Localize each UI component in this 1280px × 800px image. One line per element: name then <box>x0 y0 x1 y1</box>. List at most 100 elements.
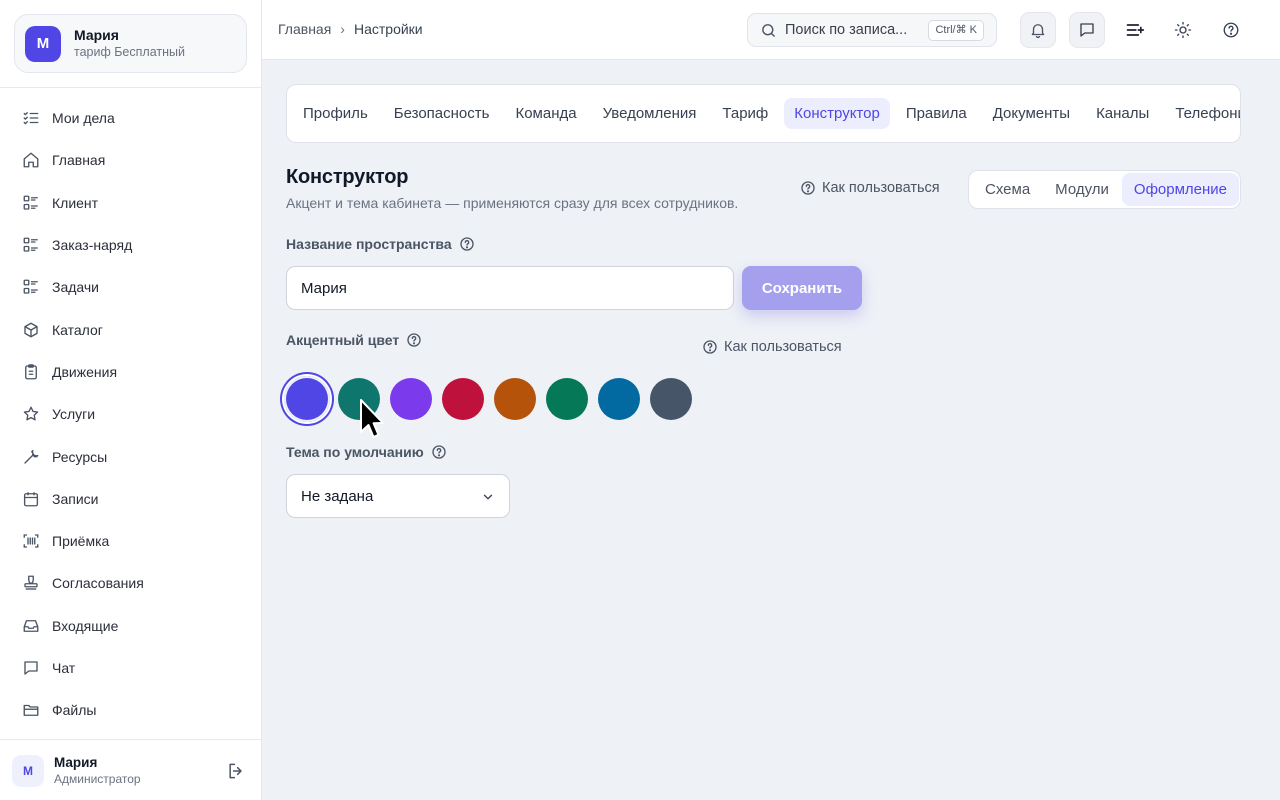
sidebar-divider <box>0 87 262 88</box>
theme-label: Тема по умолчанию <box>286 444 447 460</box>
barcode-scan-icon <box>23 534 39 548</box>
help-icon[interactable] <box>431 444 447 460</box>
sidebar-item-services[interactable]: Услуги <box>0 393 262 435</box>
calendar-icon <box>23 492 39 507</box>
help-button[interactable] <box>1213 12 1249 48</box>
howto-link[interactable]: Как пользоваться <box>800 180 940 196</box>
help-icon[interactable] <box>459 236 475 252</box>
sidebar-item-resources[interactable]: Ресурсы <box>0 435 262 477</box>
page-subtitle: Акцент и тема кабинета — применяются сра… <box>286 195 739 211</box>
stamp-icon <box>24 575 38 591</box>
tab-notifications[interactable]: Уведомления <box>593 98 707 129</box>
tab-telephony[interactable]: Телефония <box>1165 98 1240 129</box>
sidebar-item-label: Главная <box>52 152 106 169</box>
avatar: М <box>12 755 44 787</box>
howto-label: Как пользоваться <box>822 180 940 196</box>
sidebar: М Мария тариф Бесплатный Мои дела Главна… <box>0 0 262 800</box>
help-icon <box>801 181 815 195</box>
sidebar-item-label: Входящие <box>52 617 119 634</box>
accent-color-swatch[interactable] <box>544 376 590 422</box>
sidebar-item-home[interactable]: Главная <box>0 139 262 181</box>
sidebar-item-inbox[interactable]: Входящие <box>0 605 262 647</box>
theme-toggle-button[interactable] <box>1165 12 1201 48</box>
logout-icon[interactable] <box>226 761 246 781</box>
bell-icon <box>1031 24 1045 39</box>
user-name: Мария <box>54 755 98 770</box>
workspace-avatar: М <box>25 25 61 62</box>
search-input[interactable]: Поиск по записа... Ctrl/⌘ K <box>747 13 997 47</box>
breadcrumb-separator-icon: › <box>340 21 345 37</box>
swatch-fill <box>286 378 328 420</box>
help-icon <box>703 340 717 354</box>
notifications-button[interactable] <box>1020 12 1056 48</box>
sidebar-item-label: Услуги <box>52 406 96 423</box>
wrench-icon <box>24 449 39 464</box>
tab-security[interactable]: Безопасность <box>384 98 500 129</box>
accent-color-swatch[interactable] <box>388 376 434 422</box>
sidebar-item-catalog[interactable]: Каталог <box>0 308 262 350</box>
accent-howto-link[interactable]: Как пользоваться <box>702 339 842 355</box>
accent-color-swatch[interactable] <box>492 376 538 422</box>
sidebar-item-work-order[interactable]: Заказ-наряд <box>0 224 262 266</box>
sidebar-item-approvals[interactable]: Согласования <box>0 562 262 604</box>
help-icon <box>1223 22 1239 38</box>
tab-documents[interactable]: Документы <box>983 98 1080 129</box>
swatch-fill <box>442 378 484 420</box>
folder-icon <box>23 705 39 717</box>
help-icon[interactable] <box>406 332 422 348</box>
chat-icon <box>24 661 38 675</box>
sidebar-item-movements[interactable]: Движения <box>0 351 262 393</box>
sidebar-item-label: Файлы <box>52 702 97 719</box>
sidebar-item-tasks[interactable]: Задачи <box>0 266 262 308</box>
save-button[interactable]: Сохранить <box>742 266 862 310</box>
tab-profile[interactable]: Профиль <box>293 98 378 129</box>
mouse-cursor-icon <box>360 399 384 438</box>
workspace-switcher[interactable]: М Мария тариф Бесплатный <box>14 14 247 73</box>
tab-channels[interactable]: Каналы <box>1086 98 1159 129</box>
list-icon <box>23 195 38 210</box>
sidebar-item-my-tasks[interactable]: Мои дела <box>0 97 262 139</box>
sidebar-item-client[interactable]: Клиент <box>0 182 262 224</box>
accent-color-swatch[interactable] <box>596 376 642 422</box>
workspace-name: Мария <box>74 26 119 43</box>
topbar: Главная › Настройки Поиск по записа... C… <box>262 0 1280 60</box>
user-role: Администратор <box>54 772 141 786</box>
workspace-plan: тариф Бесплатный <box>74 44 185 59</box>
sidebar-item-acceptance[interactable]: Приёмка <box>0 520 262 562</box>
swatch-fill <box>598 378 640 420</box>
theme-select[interactable]: Не задана <box>286 474 510 518</box>
settings-tabs: Профиль Безопасность Команда Уведомления… <box>286 84 1241 143</box>
view-switcher: Схема Модули Оформление <box>968 170 1241 209</box>
segment-appearance[interactable]: Оформление <box>1121 173 1240 206</box>
sidebar-item-appointments[interactable]: Записи <box>0 478 262 520</box>
sidebar-item-files[interactable]: Файлы <box>0 689 262 731</box>
checklist-icon <box>23 112 39 125</box>
segment-schema[interactable]: Схема <box>973 173 1042 206</box>
tab-team[interactable]: Команда <box>505 98 586 129</box>
user-profile[interactable]: М Мария Администратор <box>12 753 250 789</box>
sidebar-item-label: Приёмка <box>52 533 110 550</box>
list-add-icon <box>1126 24 1145 36</box>
add-list-button[interactable] <box>1117 12 1153 48</box>
tab-plan[interactable]: Тариф <box>712 98 778 129</box>
sidebar-item-chat[interactable]: Чат <box>0 647 262 689</box>
messages-button[interactable] <box>1069 12 1105 48</box>
breadcrumb-home[interactable]: Главная <box>278 21 331 37</box>
segment-modules[interactable]: Модули <box>1043 173 1121 206</box>
box-icon <box>24 322 38 338</box>
page-title: Конструктор <box>286 166 409 188</box>
workspace-name-input[interactable] <box>286 266 734 310</box>
accent-color-swatch[interactable] <box>284 376 330 422</box>
accent-color-swatch[interactable] <box>648 376 694 422</box>
list-icon <box>23 237 38 252</box>
sidebar-item-label: Заказ-наряд <box>52 237 133 254</box>
howto-label: Как пользоваться <box>724 339 842 355</box>
message-icon <box>1080 23 1094 37</box>
accent-color-picker <box>284 376 700 422</box>
chevron-down-icon <box>483 494 493 500</box>
accent-color-swatch[interactable] <box>440 376 486 422</box>
tab-rules[interactable]: Правила <box>896 98 977 129</box>
sidebar-nav: Мои дела Главная Клиент Заказ-наряд Зада… <box>0 97 262 731</box>
tab-constructor[interactable]: Конструктор <box>784 98 890 129</box>
search-shortcut: Ctrl/⌘ K <box>928 20 984 41</box>
